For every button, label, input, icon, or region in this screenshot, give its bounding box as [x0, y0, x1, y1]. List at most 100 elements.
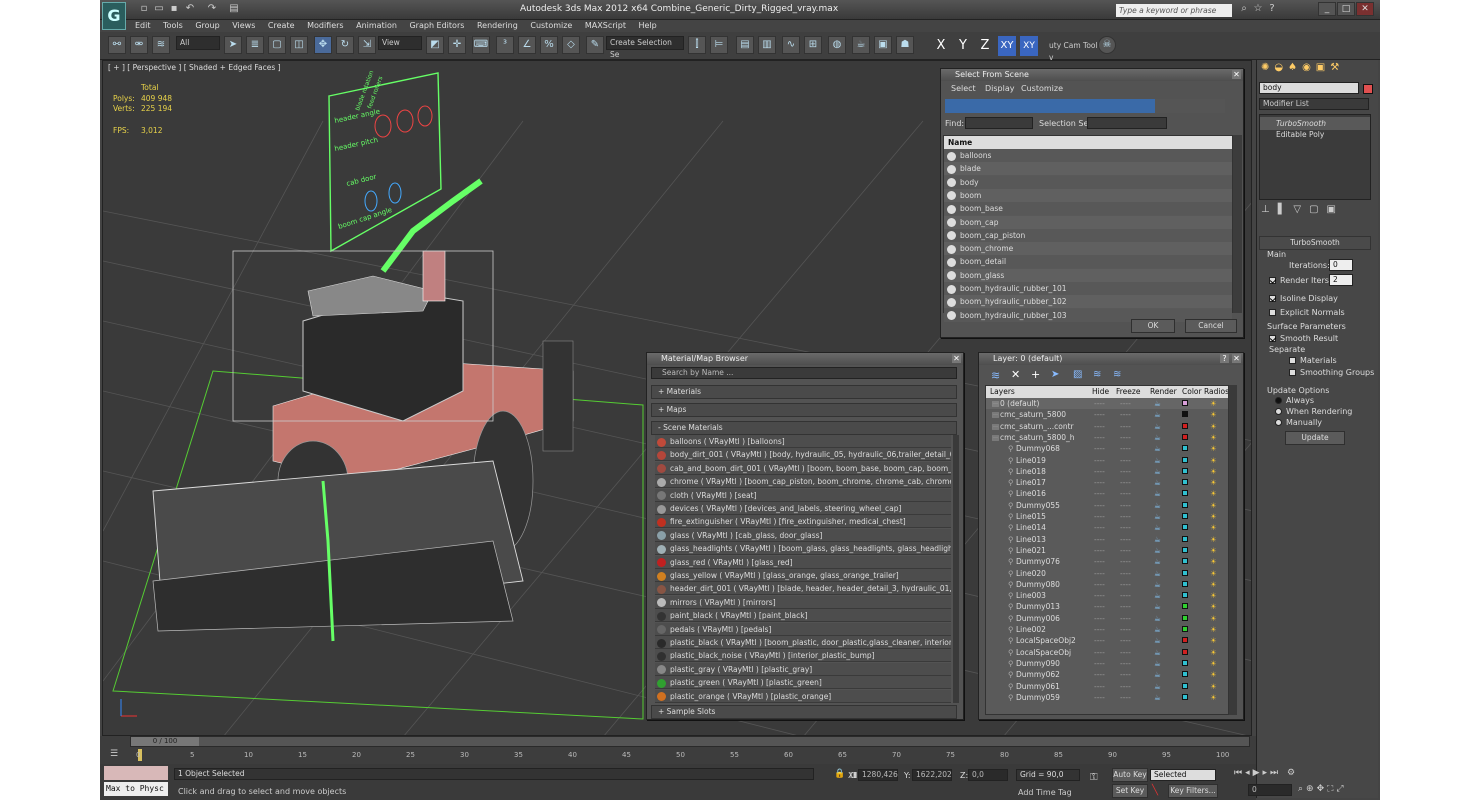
radiosity-toggle-icon[interactable]: ☀: [1210, 681, 1217, 692]
lock-selection-icon[interactable]: 🔒: [834, 769, 845, 779]
hide-toggle[interactable]: ----: [1094, 466, 1105, 477]
group-maps[interactable]: + Maps: [651, 403, 957, 417]
scene-object-row[interactable]: boom_chrome: [944, 242, 1232, 256]
freeze-toggle[interactable]: ----: [1120, 545, 1131, 556]
layer-row[interactable]: ⚲ Dummy059 ---- ---- ☕ ☀: [986, 691, 1228, 703]
render-toggle-icon[interactable]: ☕: [1154, 522, 1161, 533]
layer-color-swatch[interactable]: [1182, 411, 1188, 418]
layer-row[interactable]: ▤ cmc_saturn_5800 ---- ---- ☕ ☀: [986, 409, 1228, 421]
radiosity-toggle-icon[interactable]: ☀: [1210, 443, 1217, 454]
align-icon[interactable]: ⊨: [710, 36, 728, 54]
layer-row[interactable]: ▤ 0 (default) ---- ---- ☕ ☀: [986, 398, 1228, 409]
material-row[interactable]: glass ( VRayMtl ) [cab_glass, door_glass…: [655, 528, 951, 542]
always-row[interactable]: Always: [1275, 396, 1314, 405]
reference-coordinate-dropdown[interactable]: View: [378, 36, 422, 50]
sfs-menu-select[interactable]: Select: [951, 84, 976, 93]
select-by-name-icon[interactable]: ≣: [246, 36, 264, 54]
pivot-center-icon[interactable]: ◩: [426, 36, 444, 54]
radiosity-toggle-icon[interactable]: ☀: [1210, 647, 1217, 658]
freeze-all-layers-icon[interactable]: ≋: [1113, 369, 1121, 380]
iterations-spinner[interactable]: 0: [1329, 259, 1353, 271]
group-scene-materials[interactable]: - Scene Materials: [651, 421, 957, 435]
hide-toggle[interactable]: ----: [1094, 455, 1105, 466]
layer-color-swatch[interactable]: [1182, 535, 1188, 542]
key-mode-dropdown[interactable]: Selected: [1150, 769, 1216, 781]
render-toggle-icon[interactable]: ☕: [1154, 681, 1161, 692]
layer-color-swatch[interactable]: [1182, 626, 1188, 632]
layer-color-swatch[interactable]: [1182, 682, 1188, 689]
material-row[interactable]: cab_and_boom_dirt_001 ( VRayMtl ) [boom,…: [655, 461, 951, 475]
hide-all-layers-icon[interactable]: ≋: [1093, 369, 1101, 380]
spinner-snap-icon[interactable]: ◇: [562, 36, 580, 54]
update-button[interactable]: Update: [1285, 431, 1345, 445]
radiosity-toggle-icon[interactable]: ☀: [1210, 398, 1217, 409]
create-layer-icon[interactable]: ≋: [991, 369, 1000, 382]
hide-toggle[interactable]: ----: [1094, 398, 1105, 409]
menu-customize[interactable]: Customize: [530, 20, 572, 32]
always-radio[interactable]: [1275, 397, 1282, 404]
stack-editable-poly[interactable]: Editable Poly: [1260, 128, 1370, 141]
axis-constraint-xy-cycle[interactable]: XY: [1020, 36, 1038, 56]
render-toggle-icon[interactable]: ☕: [1154, 466, 1161, 477]
schematic-view-icon[interactable]: ⊞: [804, 36, 822, 54]
hide-toggle[interactable]: ----: [1094, 647, 1105, 658]
scene-object-row[interactable]: blade: [944, 162, 1232, 176]
render-toggle-icon[interactable]: ☕: [1154, 647, 1161, 658]
scene-object-row[interactable]: boom: [944, 188, 1232, 202]
explicit-normals-checkbox[interactable]: [1269, 309, 1276, 316]
radiosity-toggle-icon[interactable]: ☀: [1210, 590, 1217, 601]
layer-row[interactable]: ⚲ Dummy013 ---- ---- ☕ ☀: [986, 601, 1228, 613]
rotate-icon[interactable]: ↻: [336, 36, 354, 54]
layer-manager-icon[interactable]: ▤: [736, 36, 754, 54]
col-freeze[interactable]: Freeze: [1116, 386, 1140, 398]
radiosity-toggle-icon[interactable]: ☀: [1210, 534, 1217, 545]
find-input[interactable]: [965, 117, 1033, 129]
name-column-header[interactable]: Name: [944, 136, 1232, 149]
bind-spacewarp-icon[interactable]: ≋: [152, 36, 170, 54]
freeze-toggle[interactable]: ----: [1120, 556, 1131, 567]
render-production-icon[interactable]: ☗: [896, 36, 914, 54]
radiosity-toggle-icon[interactable]: ☀: [1210, 477, 1217, 488]
radiosity-toggle-icon[interactable]: ☀: [1210, 635, 1217, 646]
layer-color-swatch[interactable]: [1182, 693, 1188, 700]
render-toggle-icon[interactable]: ☕: [1154, 398, 1161, 409]
x-coordinate[interactable]: 1280,426: [858, 769, 898, 781]
graphite-ribbon-icon[interactable]: ▥: [758, 36, 776, 54]
hide-toggle[interactable]: ----: [1094, 534, 1105, 545]
link-icon[interactable]: ⚯: [108, 36, 126, 54]
rendered-frame-icon[interactable]: ▣: [874, 36, 892, 54]
layer-color-swatch[interactable]: [1182, 422, 1188, 429]
hide-toggle[interactable]: ----: [1094, 511, 1105, 522]
layer-color-swatch[interactable]: [1182, 637, 1188, 644]
set-key-icon[interactable]: ╲: [1152, 785, 1158, 796]
radiosity-toggle-icon[interactable]: ☀: [1210, 579, 1217, 590]
render-toggle-icon[interactable]: ☕: [1154, 500, 1161, 511]
group-materials[interactable]: + Materials: [651, 385, 957, 399]
current-frame-field[interactable]: 0: [1248, 784, 1292, 796]
layer-row[interactable]: ⚲ Line021 ---- ---- ☕ ☀: [986, 544, 1228, 556]
scene-object-row[interactable]: boom_detail: [944, 255, 1232, 269]
layer-row[interactable]: ⚲ Dummy006 ---- ---- ☕ ☀: [986, 612, 1228, 624]
radiosity-toggle-icon[interactable]: ☀: [1210, 545, 1217, 556]
new-file-icon[interactable]: ▫: [138, 3, 150, 15]
freeze-toggle[interactable]: ----: [1120, 466, 1131, 477]
freeze-toggle[interactable]: ----: [1120, 443, 1131, 454]
material-row[interactable]: glass_yellow ( VRayMtl ) [glass_orange, …: [655, 569, 951, 582]
open-file-icon[interactable]: ▭: [153, 3, 165, 15]
when-rendering-row[interactable]: When Rendering: [1275, 407, 1352, 416]
object-color-swatch[interactable]: [1363, 84, 1373, 94]
layer-color-swatch[interactable]: [1182, 490, 1188, 497]
menu-modifiers[interactable]: Modifiers: [307, 20, 344, 32]
layer-color-swatch[interactable]: [1182, 569, 1188, 576]
hide-toggle[interactable]: ----: [1094, 432, 1105, 443]
select-manipulate-icon[interactable]: ✛: [448, 36, 466, 54]
radiosity-toggle-icon[interactable]: ☀: [1210, 421, 1217, 432]
radiosity-toggle-icon[interactable]: ☀: [1210, 522, 1217, 533]
render-toggle-icon[interactable]: ☕: [1154, 455, 1161, 466]
smoothing-groups-checkbox[interactable]: [1289, 369, 1296, 376]
layer-list[interactable]: Layers Hide Freeze Render Color Radios ▤…: [985, 385, 1229, 715]
modifier-list-dropdown[interactable]: Modifier List: [1259, 98, 1369, 110]
material-row[interactable]: body_dirt_001 ( VRayMtl ) [body, hydraul…: [655, 448, 951, 462]
render-toggle-icon[interactable]: ☕: [1154, 692, 1161, 703]
hide-toggle[interactable]: ----: [1094, 635, 1105, 646]
